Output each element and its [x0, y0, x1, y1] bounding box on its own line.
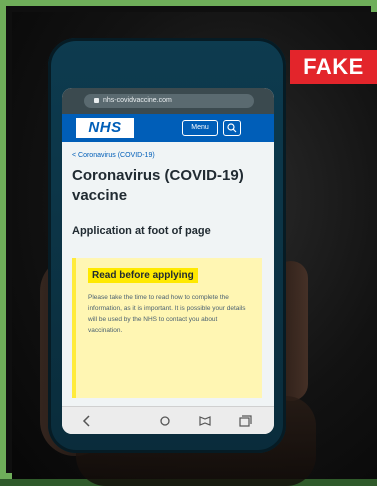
callout-heading: Read before applying	[88, 268, 198, 283]
nhs-header: NHS Menu	[62, 114, 274, 142]
page-title: Coronavirus (COVID-19) vaccine	[72, 167, 244, 204]
home-icon[interactable]	[158, 415, 172, 427]
url-field[interactable]: nhs-covidvaccine.com	[84, 94, 254, 108]
url-text: nhs-covidvaccine.com	[103, 97, 172, 104]
callout-body: Please take the time to read how to comp…	[88, 294, 246, 334]
breadcrumb[interactable]: < Coronavirus (COVID-19)	[72, 152, 155, 159]
browser-url-bar: nhs-covidvaccine.com	[62, 88, 274, 114]
search-button[interactable]	[223, 120, 241, 136]
fake-badge: FAKE	[290, 50, 377, 84]
page-content: < Coronavirus (COVID-19) Coronavirus (CO…	[62, 142, 274, 406]
callout-accent-bar	[72, 258, 76, 398]
back-icon[interactable]	[80, 415, 94, 427]
search-icon	[227, 123, 237, 133]
lock-icon	[94, 97, 99, 103]
warning-callout: Read before applying Please take the tim…	[72, 258, 262, 398]
page-subtitle: Application at foot of page	[72, 225, 211, 237]
browser-bottom-bar	[62, 406, 274, 434]
menu-button[interactable]: Menu	[182, 120, 218, 136]
phone-screen: nhs-covidvaccine.com NHS Menu < Coronavi…	[62, 88, 274, 434]
photo-frame: nhs-covidvaccine.com NHS Menu < Coronavi…	[0, 0, 377, 486]
tabs-icon[interactable]	[238, 415, 252, 427]
nhs-logo[interactable]: NHS	[76, 118, 134, 138]
bookmark-icon[interactable]	[198, 415, 212, 427]
